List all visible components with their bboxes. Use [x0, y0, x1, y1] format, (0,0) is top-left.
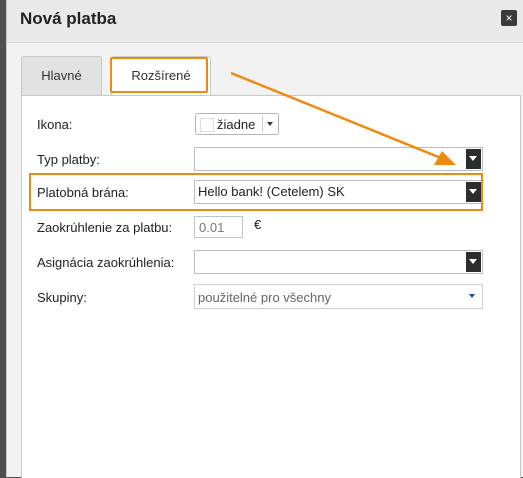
annotation-arrow	[230, 71, 456, 165]
annotation-arrow-line	[230, 71, 442, 160]
annotation-arrow-head	[434, 151, 456, 165]
